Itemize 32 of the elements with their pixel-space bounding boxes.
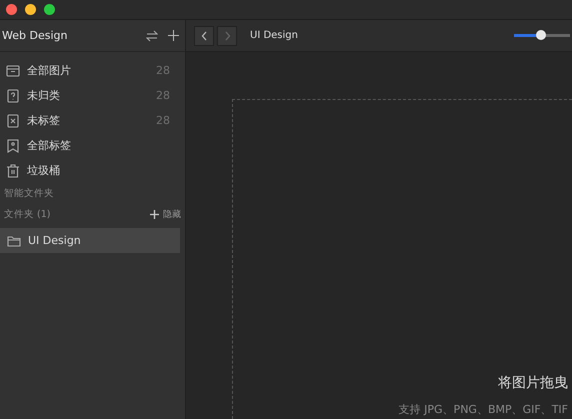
bookmark-icon	[5, 138, 21, 154]
cross-tag-icon	[5, 112, 21, 128]
inbox-icon	[5, 62, 21, 78]
window-button[interactable]	[44, 4, 55, 15]
drop-title: 将图片拖曳	[498, 374, 568, 392]
drop-zone[interactable]: 将图片拖曳 支持 JPG、PNG、BMP、GIF、TIF	[232, 99, 572, 419]
trash-icon	[5, 162, 21, 178]
sidebar-item[interactable]: 全部标签	[0, 133, 180, 158]
window-button[interactable]	[6, 4, 17, 15]
window-button[interactable]	[25, 4, 36, 15]
sidebar-item[interactable]: 全部图片 28	[0, 58, 180, 83]
sidebar-item[interactable]: 未归类 28	[0, 83, 180, 108]
item-count: 28	[156, 114, 170, 127]
question-icon	[5, 88, 21, 104]
folder-item[interactable]: UI Design	[0, 228, 180, 253]
slider-thumb[interactable]	[536, 30, 546, 40]
hide-link[interactable]: 隐藏	[163, 208, 181, 221]
chevron-left-icon	[200, 30, 208, 40]
sidebar-item[interactable]: 未标签 28	[0, 108, 180, 133]
section-label: 智能文件夹	[4, 187, 55, 200]
switch-library-button[interactable]	[146, 30, 158, 42]
chevron-right-icon	[224, 30, 230, 40]
section-label: 文件夹 (1)	[4, 208, 52, 221]
library-name: Web Design	[2, 29, 68, 42]
folder-title: UI Design	[250, 30, 299, 41]
add-folder-button[interactable]	[150, 210, 159, 219]
item-count: 28	[156, 89, 170, 102]
sidebar-item[interactable]: 垃圾桶	[0, 158, 180, 183]
format-hint: 支持 JPG、PNG、BMP、GIF、TIF	[398, 402, 568, 417]
back-button[interactable]	[194, 26, 214, 46]
item-count: 28	[156, 64, 170, 77]
add-button[interactable]	[168, 30, 179, 41]
